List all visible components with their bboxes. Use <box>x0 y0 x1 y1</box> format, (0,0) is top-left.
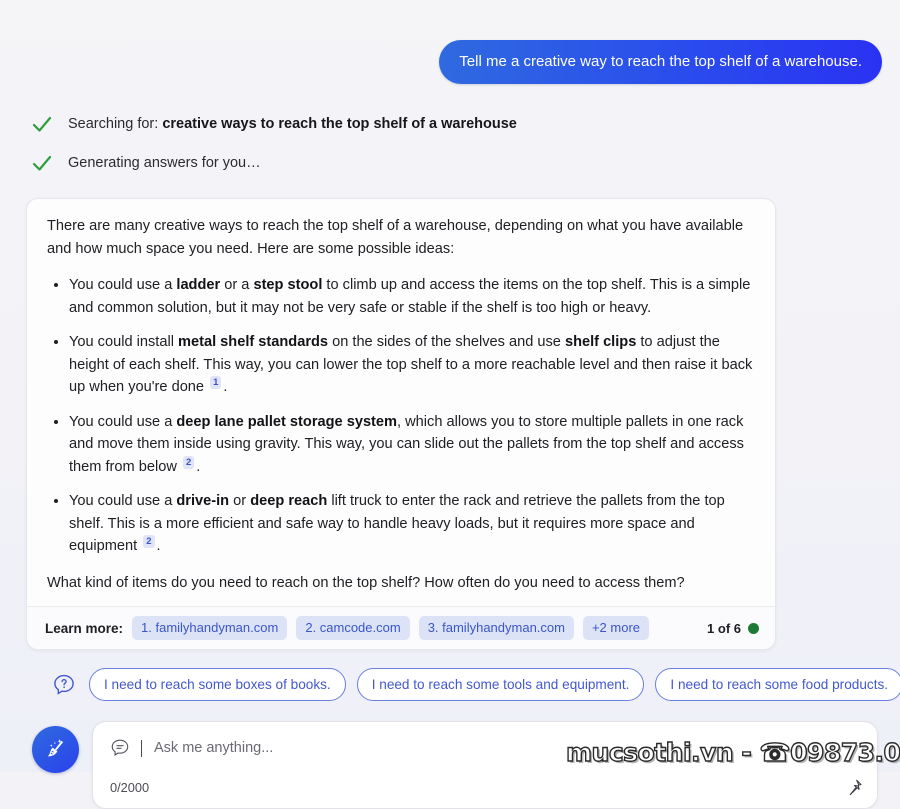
answer-card: There are many creative ways to reach th… <box>26 198 776 650</box>
citation-badge[interactable]: 2 <box>182 455 195 469</box>
chat-bubble-icon <box>110 738 130 758</box>
bullet-span: . <box>196 458 201 475</box>
bullet-span: . <box>156 538 161 554</box>
status-list: Searching for: creative ways to reach th… <box>0 104 900 182</box>
pin-icon[interactable] <box>846 778 863 797</box>
learn-more-label: Learn more: <box>45 620 124 636</box>
bullet-span: on the sides of the shelves and use <box>328 334 565 350</box>
bullet-emphasis: step stool <box>253 277 323 293</box>
pager-status-dot <box>748 622 759 634</box>
status-search-query: creative ways to reach the top shelf of … <box>162 115 517 132</box>
status-searching-text: Searching for: creative ways to reach th… <box>68 115 517 133</box>
chat-page: Tell me a creative way to reach the top … <box>0 0 900 809</box>
answer-bullet: You could use a deep lane pallet storage… <box>69 411 755 479</box>
source-chip-more[interactable]: +2 more <box>582 616 650 640</box>
answer-intro: There are many creative ways to reach th… <box>47 218 744 257</box>
answer-bullet: You could use a drive-in or deep reach l… <box>69 490 755 558</box>
bullet-span: or <box>229 493 251 509</box>
bullet-emphasis: shelf clips <box>564 334 637 350</box>
bullet-span: . <box>223 379 228 395</box>
text-caret <box>141 739 142 757</box>
user-message-bubble: Tell me a creative way to reach the top … <box>439 40 882 84</box>
status-row-generating: Generating answers for you… <box>30 143 900 182</box>
user-message-row: Tell me a creative way to reach the top … <box>0 0 900 84</box>
status-searching-prefix: Searching for: <box>68 115 163 132</box>
new-topic-broom-button[interactable] <box>32 726 79 773</box>
suggestion-chip-1[interactable]: I need to reach some boxes of books. <box>89 668 346 701</box>
input-top-row: Ask me anything... <box>93 722 877 758</box>
answer-pager: 1 of 6 <box>707 621 759 636</box>
bullet-emphasis: drive-in <box>176 493 230 509</box>
bullet-emphasis: ladder <box>176 277 221 293</box>
character-counter: 0/2000 <box>110 780 150 795</box>
pager-label: 1 of 6 <box>707 620 741 636</box>
bullet-span: You could install <box>69 334 178 350</box>
check-icon <box>30 151 54 175</box>
source-chip-2[interactable]: 2. camcode.com <box>296 616 410 640</box>
bullet-span: You could use a <box>69 277 177 293</box>
question-bubble-icon <box>52 673 76 697</box>
bullet-emphasis: deep lane pallet storage system <box>176 413 398 430</box>
bullet-span: You could use a <box>69 493 177 509</box>
check-icon <box>30 112 54 136</box>
source-chip-1[interactable]: 1. familyhandyman.com <box>132 616 288 640</box>
citation-badge[interactable]: 1 <box>210 376 222 390</box>
suggestion-chip-3[interactable]: I need to reach some food products. <box>655 668 900 701</box>
bullet-emphasis: deep reach <box>250 493 328 509</box>
message-input-box[interactable]: Ask me anything... 0/2000 <box>92 721 878 809</box>
answer-bullet-list: You could use a ladder or a step stool t… <box>47 274 755 558</box>
composer-row: Ask me anything... 0/2000 <box>32 721 900 809</box>
status-row-searching: Searching for: creative ways to reach th… <box>30 104 900 143</box>
bullet-span: or a <box>220 277 254 293</box>
answer-bullet: You could use a ladder or a step stool t… <box>69 274 755 319</box>
bullet-text-0: You could use a ladder or a step stool t… <box>69 277 750 316</box>
suggestions-row: I need to reach some boxes of books. I n… <box>52 668 900 701</box>
bullet-span: You could use a <box>69 413 177 430</box>
message-input-placeholder: Ask me anything... <box>154 740 274 756</box>
answer-closing-question: What kind of items do you need to reach … <box>47 574 685 591</box>
bullet-text-2: You could use a deep lane pallet storage… <box>69 414 744 475</box>
input-bottom-row: 0/2000 <box>110 778 863 797</box>
answer-body: There are many creative ways to reach th… <box>27 199 775 606</box>
bullet-emphasis: metal shelf standards <box>178 334 329 350</box>
source-chip-3[interactable]: 3. familyhandyman.com <box>418 616 574 640</box>
status-generating-text: Generating answers for you… <box>68 154 261 171</box>
learn-more-bar: Learn more: 1. familyhandyman.com 2. cam… <box>27 606 775 649</box>
bullet-text-3: You could use a drive-in or deep reach l… <box>69 493 725 554</box>
citation-badge[interactable]: 2 <box>143 535 155 549</box>
bullet-text-1: You could install metal shelf standards … <box>69 334 752 395</box>
answer-bullet: You could install metal shelf standards … <box>69 331 755 399</box>
suggestion-chip-2[interactable]: I need to reach some tools and equipment… <box>356 668 645 701</box>
